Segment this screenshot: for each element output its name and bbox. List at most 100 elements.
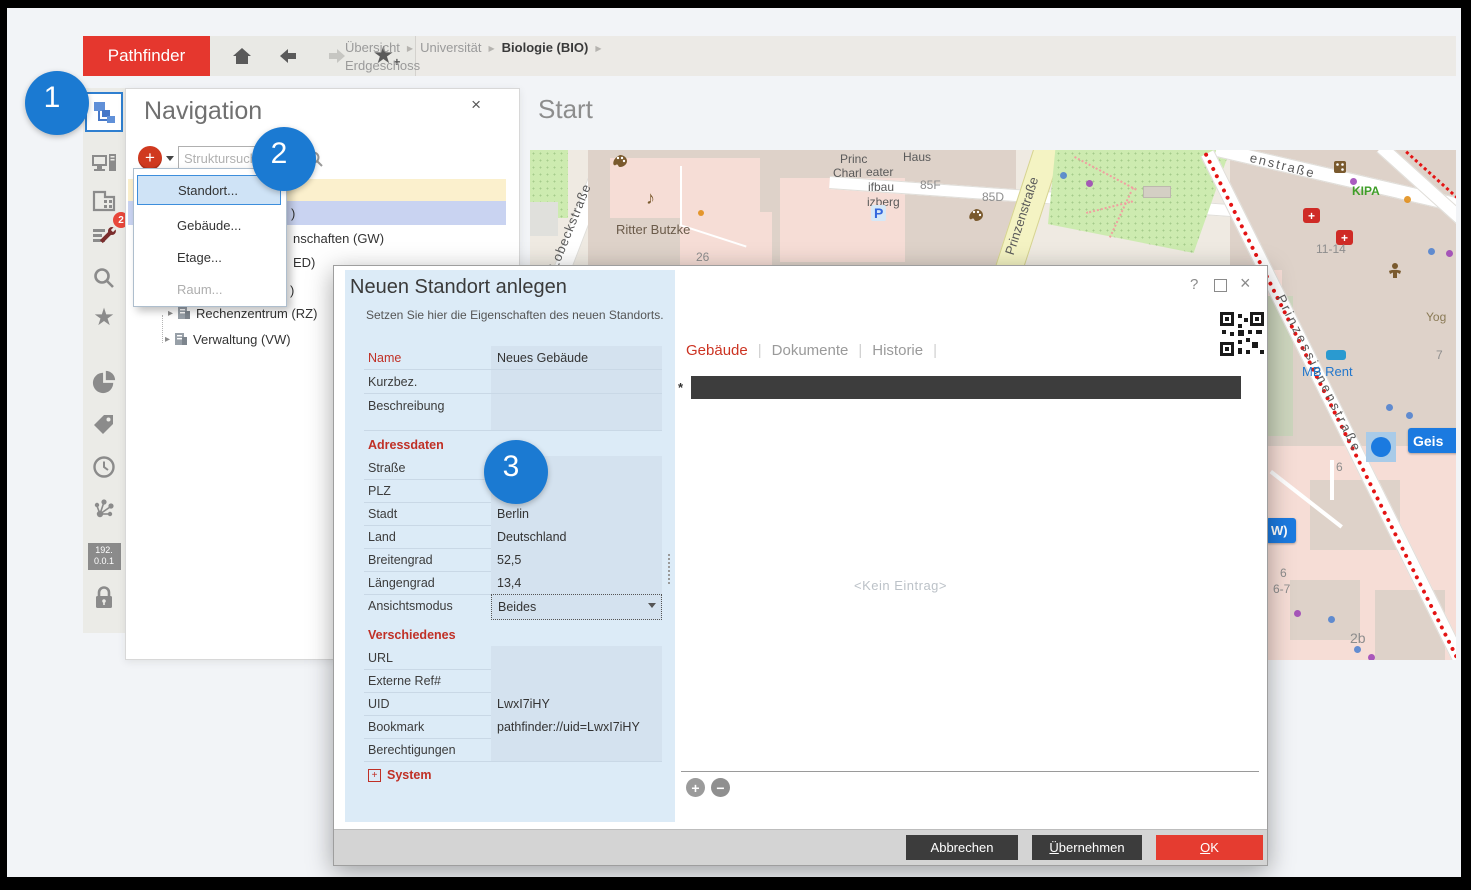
tab-dokumente[interactable]: Dokumente	[772, 342, 849, 359]
externe-ref-field[interactable]	[491, 669, 662, 692]
tab-gebaeude[interactable]: Gebäude	[686, 342, 748, 359]
breadcrumb-universitaet[interactable]: Universität	[420, 40, 481, 55]
menu-item-gebaeude[interactable]: Gebäude...	[137, 211, 281, 239]
poi-dot	[1350, 178, 1357, 185]
pathfinder-window: Lobeckstraße Ritter Butzke ♪ Princ Haus …	[0, 0, 1471, 890]
sidebar-item-tags[interactable]	[83, 406, 125, 442]
name-field[interactable]: Neues Gebäude	[491, 346, 662, 369]
beschreibung-field[interactable]	[491, 394, 662, 430]
sidebar-item-reports[interactable]	[83, 364, 125, 400]
building-overlay-label-w[interactable]: W)	[1266, 518, 1296, 543]
dialog-subtitle: Setzen Sie hier die Eigenschaften des ne…	[366, 308, 664, 322]
home-button[interactable]	[227, 41, 257, 71]
poi-dot	[1406, 412, 1413, 419]
frame-edge	[1461, 0, 1471, 890]
form-row-ansichtsmodus[interactable]: Ansichtsmodus Beides	[364, 594, 662, 620]
breadcrumb-uebersicht[interactable]: Übersicht	[345, 40, 400, 55]
form-row-name[interactable]: Name Neues Gebäude	[364, 346, 662, 370]
workstation-icon	[91, 153, 117, 175]
close-panel-icon[interactable]: ×	[471, 95, 481, 115]
add-structure-button[interactable]: +	[138, 146, 162, 170]
form-row-url[interactable]: URL	[364, 646, 662, 670]
form-row-stadt[interactable]: Stadt Berlin	[364, 502, 662, 526]
location-marker[interactable]	[1371, 437, 1391, 457]
help-button[interactable]: ?	[1190, 276, 1198, 293]
housenumber-26: 26	[696, 250, 709, 264]
form-row-bookmark[interactable]: Bookmark pathfinder://uid=LwxI7iHY	[364, 715, 662, 739]
menu-item-raum[interactable]: Raum...	[137, 275, 281, 303]
url-field[interactable]	[491, 646, 662, 669]
poi-label-haus: Haus	[903, 150, 931, 164]
form-row-externe-ref[interactable]: Externe Ref#	[364, 669, 662, 693]
dialog-close-icon[interactable]: ×	[1240, 273, 1251, 294]
form-scroll-handle[interactable]	[668, 554, 670, 584]
sidebar: 2 ★ 192. 0.0.1	[83, 88, 125, 633]
sidebar-item-search[interactable]	[83, 260, 125, 296]
laengengrad-field[interactable]: 13,4	[491, 571, 662, 594]
add-entry-button[interactable]: +	[686, 778, 705, 797]
structure-tree-icon	[91, 99, 117, 125]
poi-label-ritter-butzke: Ritter Butzke	[616, 222, 690, 237]
building-overlay-label-geis[interactable]: Geis	[1408, 428, 1456, 453]
pie-chart-icon	[92, 370, 116, 394]
poi-dot	[1446, 250, 1453, 257]
app-logo[interactable]: Pathfinder	[83, 36, 210, 76]
system-expander[interactable]: +System	[368, 766, 431, 784]
frame-edge	[0, 0, 1471, 8]
ansichtsmodus-dropdown[interactable]: Beides	[491, 594, 662, 620]
sidebar-item-network[interactable]	[83, 492, 125, 528]
form-row-laengengrad[interactable]: Längengrad 13,4	[364, 571, 662, 595]
person-icon	[1386, 262, 1404, 280]
sidebar-item-lock[interactable]	[83, 580, 125, 616]
housenumber-85f: 85F	[920, 178, 941, 192]
form-row-beschreibung[interactable]: Beschreibung	[364, 394, 662, 431]
parking-icon: P	[871, 205, 886, 221]
poi-label-charl: Charl	[833, 166, 862, 180]
sidebar-item-navigation[interactable]	[85, 92, 123, 132]
cancel-button[interactable]: Abbrechen	[906, 835, 1018, 860]
map-footpath	[1330, 460, 1334, 500]
housenumber-11-14: 11-14	[1316, 242, 1346, 256]
section-verschiedenes: Verschiedenes	[368, 628, 456, 642]
housenumber-6-7: 6-7	[1273, 582, 1290, 596]
add-structure-menu: Standort... Gebäude... Etage... Raum...	[133, 168, 287, 307]
music-note-icon: ♪	[646, 188, 655, 209]
tab-historie[interactable]: Historie	[872, 342, 923, 359]
uid-field[interactable]: LwxI7iHY	[491, 692, 662, 715]
sidebar-item-tasks[interactable]: 2	[83, 218, 125, 254]
poi-label-yog: Yog	[1426, 310, 1446, 324]
maximize-button[interactable]	[1214, 279, 1227, 292]
bookmark-field[interactable]: pathfinder://uid=LwxI7iHY	[491, 715, 662, 738]
land-field[interactable]: Deutschland	[491, 525, 662, 548]
sidebar-item-favorites[interactable]: ★	[83, 300, 125, 336]
breadcrumb-biologie[interactable]: Biologie (BIO)	[502, 40, 589, 55]
stadt-field[interactable]: Berlin	[491, 502, 662, 525]
sidebar-item-history[interactable]	[83, 449, 125, 485]
form-row-kurzbez[interactable]: Kurzbez.	[364, 370, 662, 394]
ok-button[interactable]: OK	[1156, 835, 1263, 860]
annotation-step-1: 1	[25, 71, 89, 135]
breitengrad-field[interactable]: 52,5	[491, 548, 662, 571]
new-location-dialog: Neuen Standort anlegen Setzen Sie hier d…	[333, 265, 1268, 866]
remove-entry-button[interactable]: −	[711, 778, 730, 797]
dice-icon	[1333, 160, 1347, 174]
housenumber-6: 6	[1336, 460, 1343, 474]
add-dropdown-caret[interactable]	[166, 156, 174, 161]
form-row-berechtigungen[interactable]: Berechtigungen	[364, 738, 662, 762]
kurzbez-field[interactable]	[491, 370, 662, 393]
sidebar-item-ip-address[interactable]: 192. 0.0.1	[83, 538, 125, 574]
menu-item-etage[interactable]: Etage...	[137, 243, 281, 271]
network-icon	[92, 498, 116, 522]
breadcrumb-erdgeschoss[interactable]: Erdgeschoss	[345, 58, 420, 73]
back-button[interactable]	[274, 41, 304, 71]
expand-icon[interactable]: ▸	[168, 308, 173, 319]
top-bar: Pathfinder ★ + Übersicht▶Universität▶Bio…	[83, 36, 1456, 76]
apply-button[interactable]: Übernehmen	[1032, 835, 1142, 860]
gebaeude-selection-field[interactable]	[691, 376, 1241, 399]
sidebar-item-workplace[interactable]	[83, 146, 125, 182]
form-row-uid[interactable]: UID LwxI7iHY	[364, 692, 662, 716]
form-row-breitengrad[interactable]: Breitengrad 52,5	[364, 548, 662, 572]
expand-icon[interactable]: ▸	[165, 334, 170, 345]
berechtigungen-field[interactable]	[491, 738, 662, 761]
form-row-land[interactable]: Land Deutschland	[364, 525, 662, 549]
